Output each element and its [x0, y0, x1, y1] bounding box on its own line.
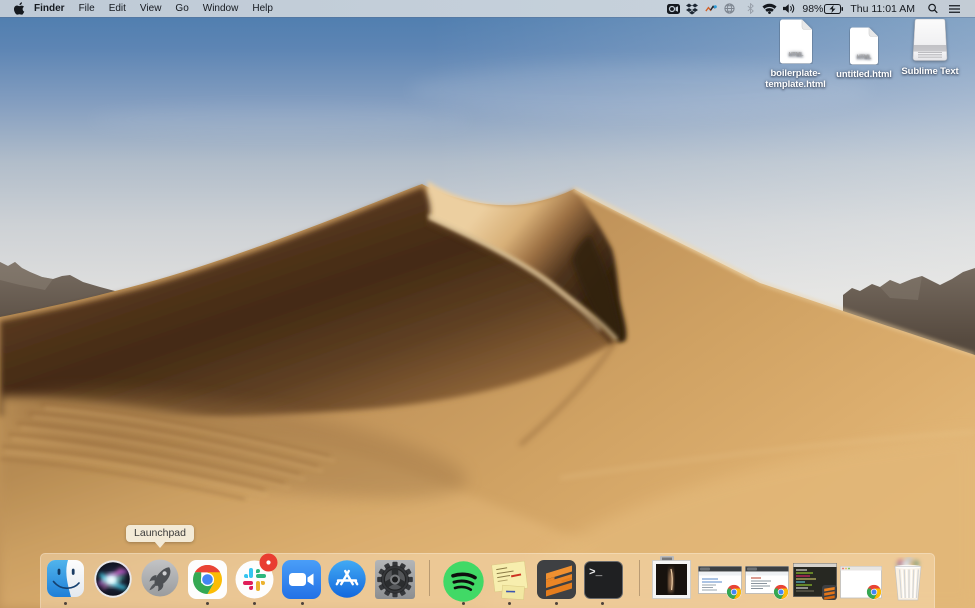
svg-text:>_: >_	[589, 567, 603, 579]
svg-text:HTML: HTML	[857, 55, 872, 61]
svg-text:HTML: HTML	[788, 52, 803, 58]
